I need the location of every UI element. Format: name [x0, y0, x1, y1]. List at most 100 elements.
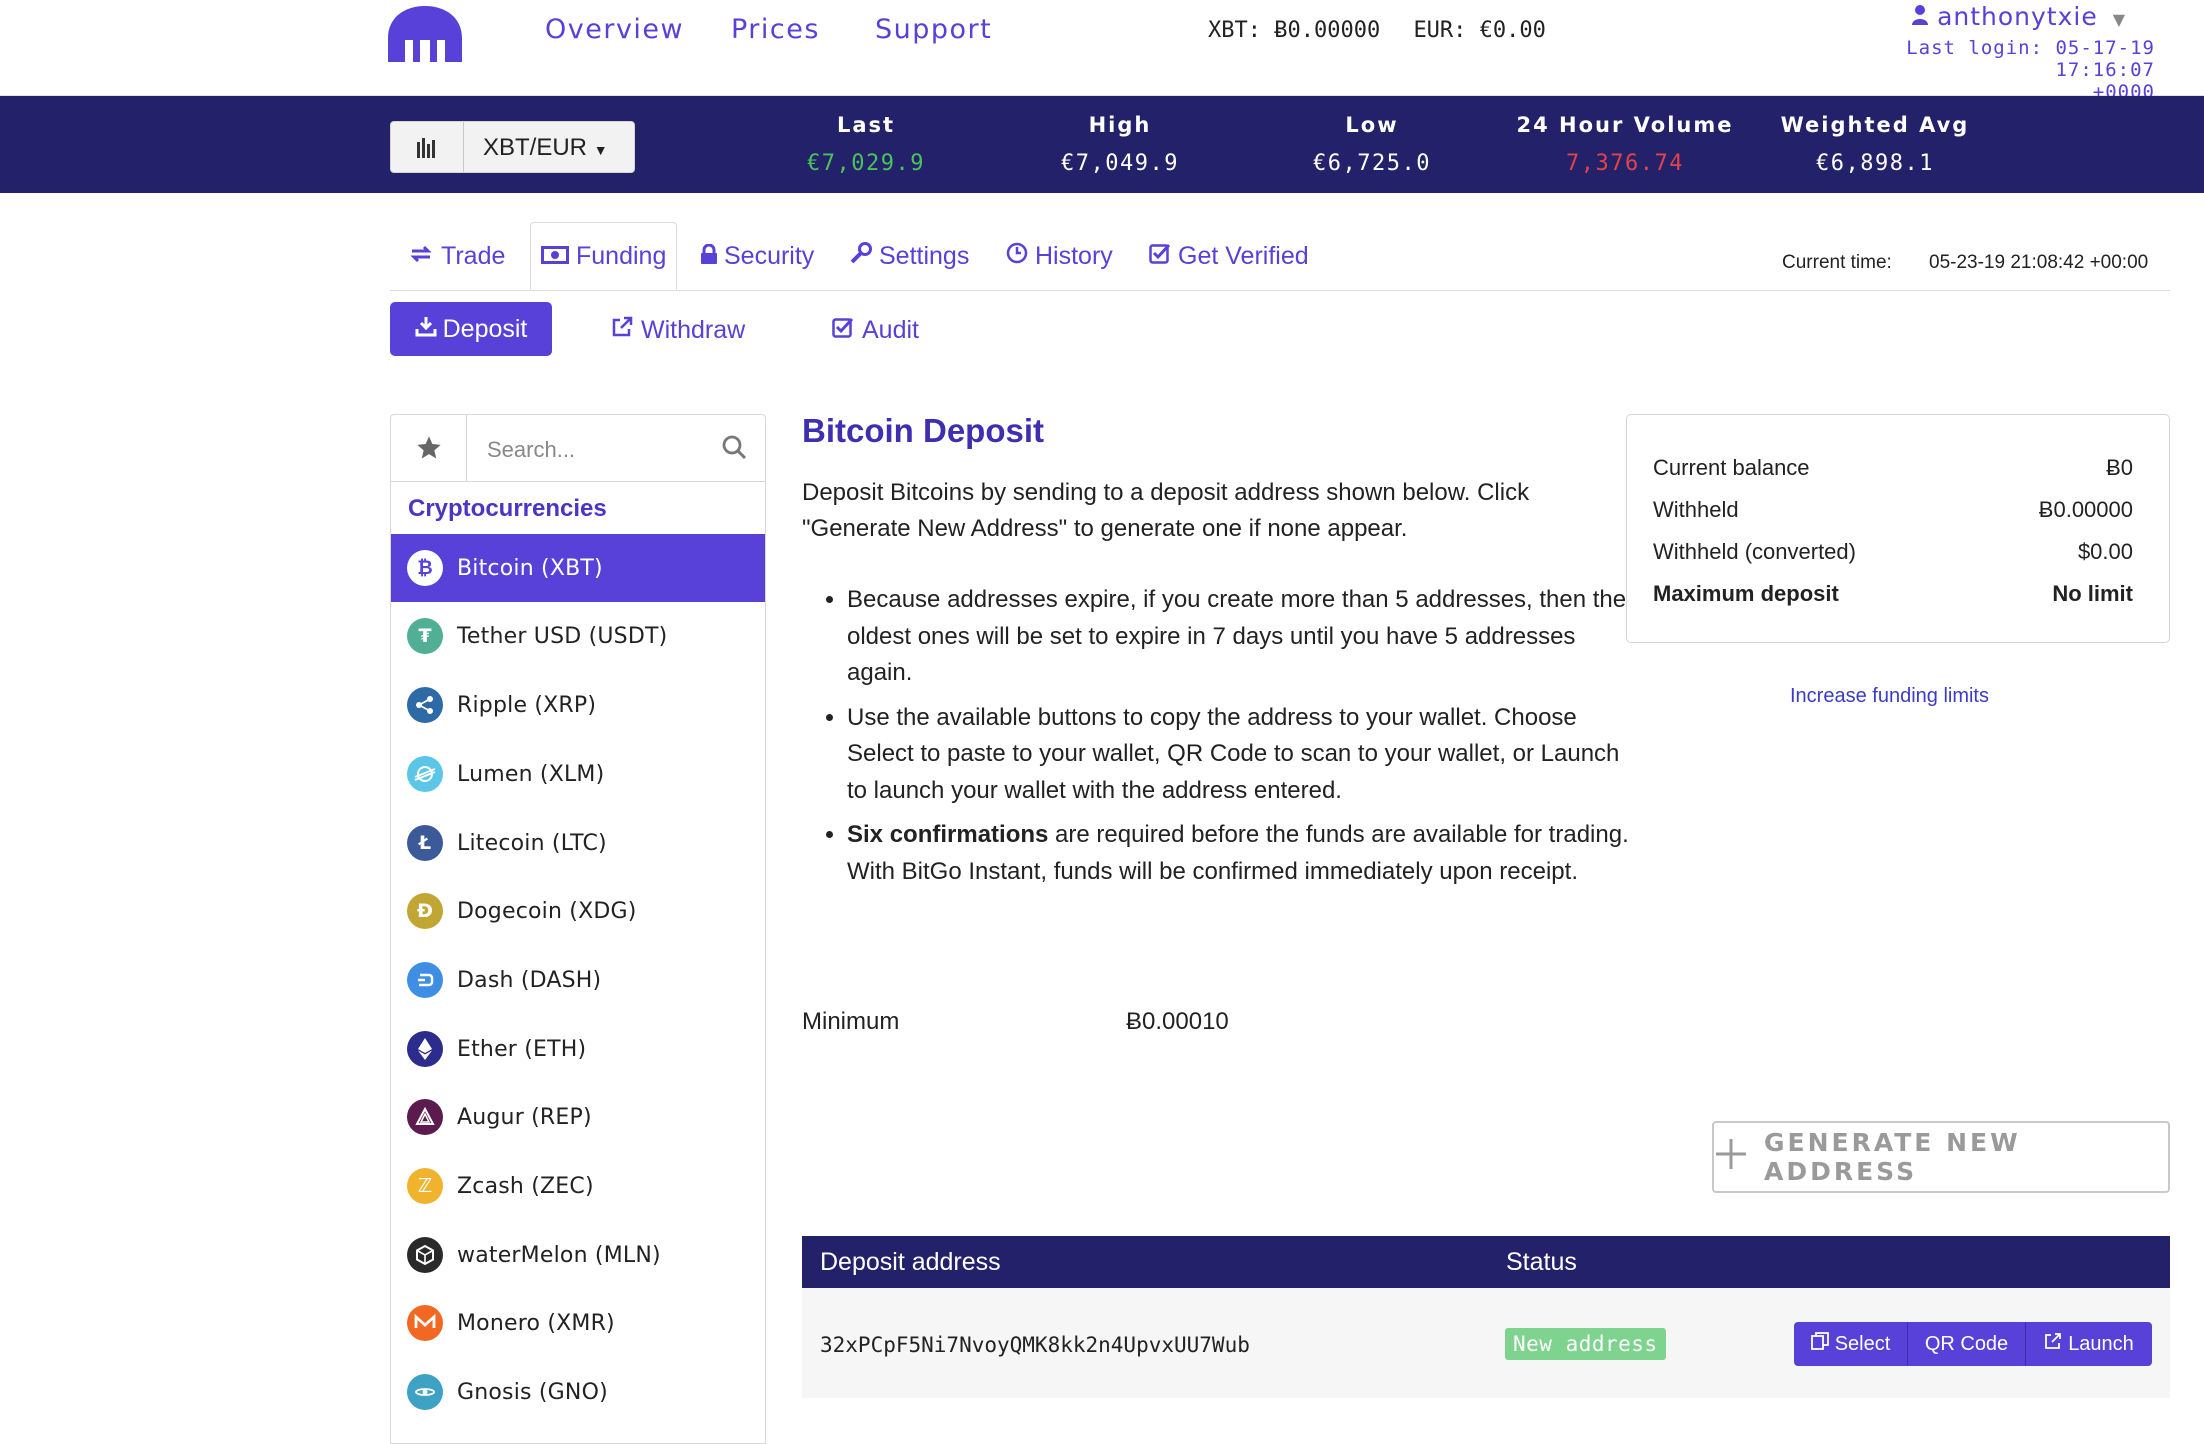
coin-item-lumen[interactable]: Lumen (XLM)	[391, 740, 765, 808]
favorites-star-icon[interactable]	[391, 415, 467, 481]
balance-row: Withheld (converted) $0.00	[1653, 539, 2133, 565]
search-row	[391, 415, 765, 482]
balance-row-label: Maximum deposit	[1653, 581, 1839, 606]
wrench-icon	[850, 241, 872, 271]
ether-icon	[407, 1031, 443, 1067]
deposit-button[interactable]: Deposit	[390, 302, 552, 356]
column-header-address: Deposit address	[820, 1248, 1001, 1276]
balance-row-label: Withheld (converted)	[1653, 539, 1856, 564]
audit-label: Audit	[862, 316, 919, 344]
top-navbar: Overview Prices Support XBT: Ƀ0.00000 EU…	[0, 0, 2204, 103]
coin-label: Tether USD (USDT)	[457, 623, 668, 649]
kraken-logo[interactable]	[388, 6, 462, 67]
last-login-line: Last login: 05-17-19 17:16:07	[1906, 37, 2155, 81]
coin-item-dash[interactable]: Dash (DASH)	[391, 946, 765, 1014]
search-icon[interactable]	[721, 434, 747, 465]
tab-get-verified[interactable]: Get Verified	[1149, 222, 1309, 290]
coin-item-gnosis[interactable]: Gnosis (GNO)	[391, 1358, 765, 1426]
nav-support-link[interactable]: Support	[875, 14, 992, 45]
coin-item-tether[interactable]: ₮ Tether USD (USDT)	[391, 602, 765, 670]
user-icon	[1912, 2, 1937, 31]
tab-settings[interactable]: Settings	[850, 222, 969, 290]
tab-funding[interactable]: Funding	[530, 222, 678, 290]
litecoin-icon: Ł	[407, 825, 443, 861]
coin-item-zcash[interactable]: ℤ Zcash (ZEC)	[391, 1152, 765, 1220]
chevron-down-icon: ▼	[2112, 10, 2126, 29]
coin-label: Lumen (XLM)	[457, 761, 605, 787]
coin-item-bitcoin[interactable]: ₿ Bitcoin (XBT)	[391, 534, 765, 602]
deposit-notes: Because addresses expire, if you create …	[802, 582, 1632, 898]
caret-down-icon: ▼	[593, 142, 608, 158]
bitcoin-icon: ₿	[407, 550, 443, 586]
ticker-value: €7,049.9	[1061, 151, 1179, 176]
ticker-value: €7,029.9	[807, 151, 925, 176]
coin-item-watermelon[interactable]: waterMelon (MLN)	[391, 1221, 765, 1289]
balance-eur: EUR: €0.00	[1413, 18, 1546, 43]
coin-label: Bitcoin (XBT)	[457, 555, 603, 581]
dash-icon	[407, 962, 443, 998]
note-bold: Six confirmations	[847, 821, 1049, 848]
status-badge: New address	[1505, 1328, 1666, 1360]
generate-label: GENERATE NEW ADDRESS	[1764, 1128, 2021, 1186]
increase-funding-limits-link[interactable]: Increase funding limits	[1790, 685, 1989, 708]
coin-label: Monero (XMR)	[457, 1310, 615, 1336]
account-balances: XBT: Ƀ0.00000 EUR: €0.00	[1208, 18, 1546, 43]
current-time-label: Current time:	[1782, 252, 1892, 273]
clock-icon	[1006, 242, 1028, 271]
monero-icon	[407, 1305, 443, 1341]
deposit-address[interactable]: 32xPCpF5Ni7NvoyQMK8kk2n4UpvxUU7Wub	[820, 1333, 1250, 1357]
watermelon-icon	[407, 1237, 443, 1273]
qr-code-button[interactable]: QR Code	[1908, 1322, 2026, 1366]
swap-icon	[408, 242, 434, 271]
plus-icon	[1714, 1137, 1748, 1177]
minimum-value: Ƀ0.00010	[1126, 1008, 1229, 1035]
coin-item-ripple[interactable]: Ripple (XRP)	[391, 671, 765, 739]
current-time-value: 05-23-19 21:08:42 +00:00	[1929, 252, 2149, 273]
pair-selector[interactable]: XBT/EUR ▼	[390, 121, 635, 173]
coin-item-ether[interactable]: Ether (ETH)	[391, 1015, 765, 1083]
coin-item-augur[interactable]: Augur (REP)	[391, 1083, 765, 1151]
coin-label: Dash (DASH)	[457, 967, 602, 993]
pair-name: XBT/EUR	[483, 134, 588, 161]
audit-link[interactable]: Audit	[832, 316, 919, 345]
table-row: 32xPCpF5Ni7NvoyQMK8kk2n4UpvxUU7Wub New a…	[802, 1288, 2170, 1398]
ticker-last: Last €7,029.9	[766, 113, 966, 176]
currency-search-input[interactable]	[485, 434, 709, 466]
tab-label: Security	[724, 241, 815, 270]
tab-label: Funding	[576, 241, 667, 270]
account-tabs: Trade Funding Security Settings History …	[390, 222, 2170, 291]
coin-item-litecoin[interactable]: Ł Litecoin (LTC)	[391, 809, 765, 877]
withdraw-label: Withdraw	[641, 316, 746, 344]
nav-prices-link[interactable]: Prices	[731, 14, 820, 45]
nav-overview-link[interactable]: Overview	[545, 14, 684, 45]
minimum-label: Minimum	[802, 1008, 900, 1035]
launch-button[interactable]: Launch	[2026, 1322, 2152, 1366]
coin-item-monero[interactable]: Monero (XMR)	[391, 1289, 765, 1357]
external-link-icon	[611, 316, 633, 345]
external-link-icon	[2044, 1332, 2062, 1356]
ticker-label: Last	[836, 113, 896, 137]
page-title: Bitcoin Deposit	[802, 412, 1045, 449]
tab-security[interactable]: Security	[701, 222, 814, 290]
tab-label: Settings	[879, 241, 970, 270]
tab-trade[interactable]: Trade	[408, 222, 505, 290]
ticker-label: Weighted Avg	[1780, 113, 1970, 137]
ticker-weighted-avg: Weighted Avg €6,898.1	[1775, 113, 1975, 176]
note-item: Six confirmations are required before th…	[847, 817, 1632, 890]
withdraw-link[interactable]: Withdraw	[611, 316, 745, 345]
user-menu[interactable]: anthonytxie ▼	[1912, 2, 2126, 31]
address-table-header: Deposit address Status	[802, 1236, 2170, 1288]
check-square-icon	[832, 316, 854, 345]
market-ticker: XBT/EUR ▼ Last €7,029.9 High €7,049.9 Lo…	[0, 96, 2204, 193]
generate-new-address-button[interactable]: GENERATE NEW ADDRESS	[1712, 1121, 2170, 1193]
qr-code-label: QR Code	[1924, 1332, 2009, 1355]
select-button[interactable]: Select	[1794, 1322, 1908, 1366]
tab-history[interactable]: History	[1006, 222, 1113, 290]
gnosis-icon	[407, 1374, 443, 1410]
balance-row: Withheld Ƀ0.00000	[1653, 497, 2133, 523]
launch-label: Launch	[2068, 1332, 2134, 1355]
coin-item-dogecoin[interactable]: Ð Dogecoin (XDG)	[391, 877, 765, 945]
coin-label: waterMelon (MLN)	[457, 1242, 661, 1268]
tab-label: Get Verified	[1178, 241, 1309, 270]
coin-label: Ether (ETH)	[457, 1036, 587, 1062]
